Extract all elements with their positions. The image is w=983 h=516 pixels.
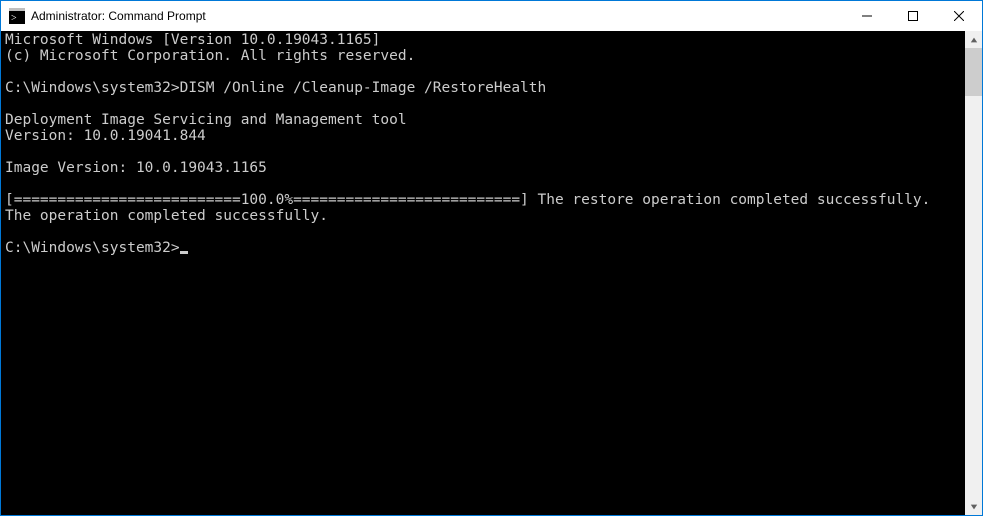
terminal-line: The operation completed successfully. (5, 208, 965, 224)
terminal-line (5, 64, 965, 80)
terminal-line (5, 96, 965, 112)
terminal-line: Deployment Image Servicing and Managemen… (5, 112, 965, 128)
terminal-line: Image Version: 10.0.19043.1165 (5, 160, 965, 176)
terminal-line: (c) Microsoft Corporation. All rights re… (5, 48, 965, 64)
maximize-button[interactable] (890, 1, 936, 31)
terminal-output[interactable]: Microsoft Windows [Version 10.0.19043.11… (1, 31, 965, 515)
close-button[interactable] (936, 1, 982, 31)
window-title: Administrator: Command Prompt (31, 9, 206, 23)
scrollbar-track[interactable] (965, 48, 982, 498)
terminal-line: Microsoft Windows [Version 10.0.19043.11… (5, 32, 965, 48)
terminal-prompt-line: C:\Windows\system32> (5, 240, 965, 256)
prompt-text: C:\Windows\system32> (5, 240, 180, 256)
command-prompt-window: > Administrator: Command Prompt Microsof… (0, 0, 983, 516)
vertical-scrollbar[interactable] (965, 31, 982, 515)
minimize-button[interactable] (844, 1, 890, 31)
cmd-icon: > (9, 8, 25, 24)
scroll-down-button[interactable] (965, 498, 982, 515)
client-area: Microsoft Windows [Version 10.0.19043.11… (1, 31, 982, 515)
terminal-line: [==========================100.0%=======… (5, 192, 965, 208)
titlebar[interactable]: > Administrator: Command Prompt (1, 1, 982, 31)
terminal-line: Version: 10.0.19041.844 (5, 128, 965, 144)
terminal-line (5, 176, 965, 192)
scrollbar-thumb[interactable] (965, 48, 982, 96)
scroll-up-button[interactable] (965, 31, 982, 48)
terminal-line: C:\Windows\system32>DISM /Online /Cleanu… (5, 80, 965, 96)
terminal-line (5, 224, 965, 240)
cursor (180, 251, 188, 254)
svg-text:>: > (11, 13, 17, 24)
terminal-line (5, 144, 965, 160)
